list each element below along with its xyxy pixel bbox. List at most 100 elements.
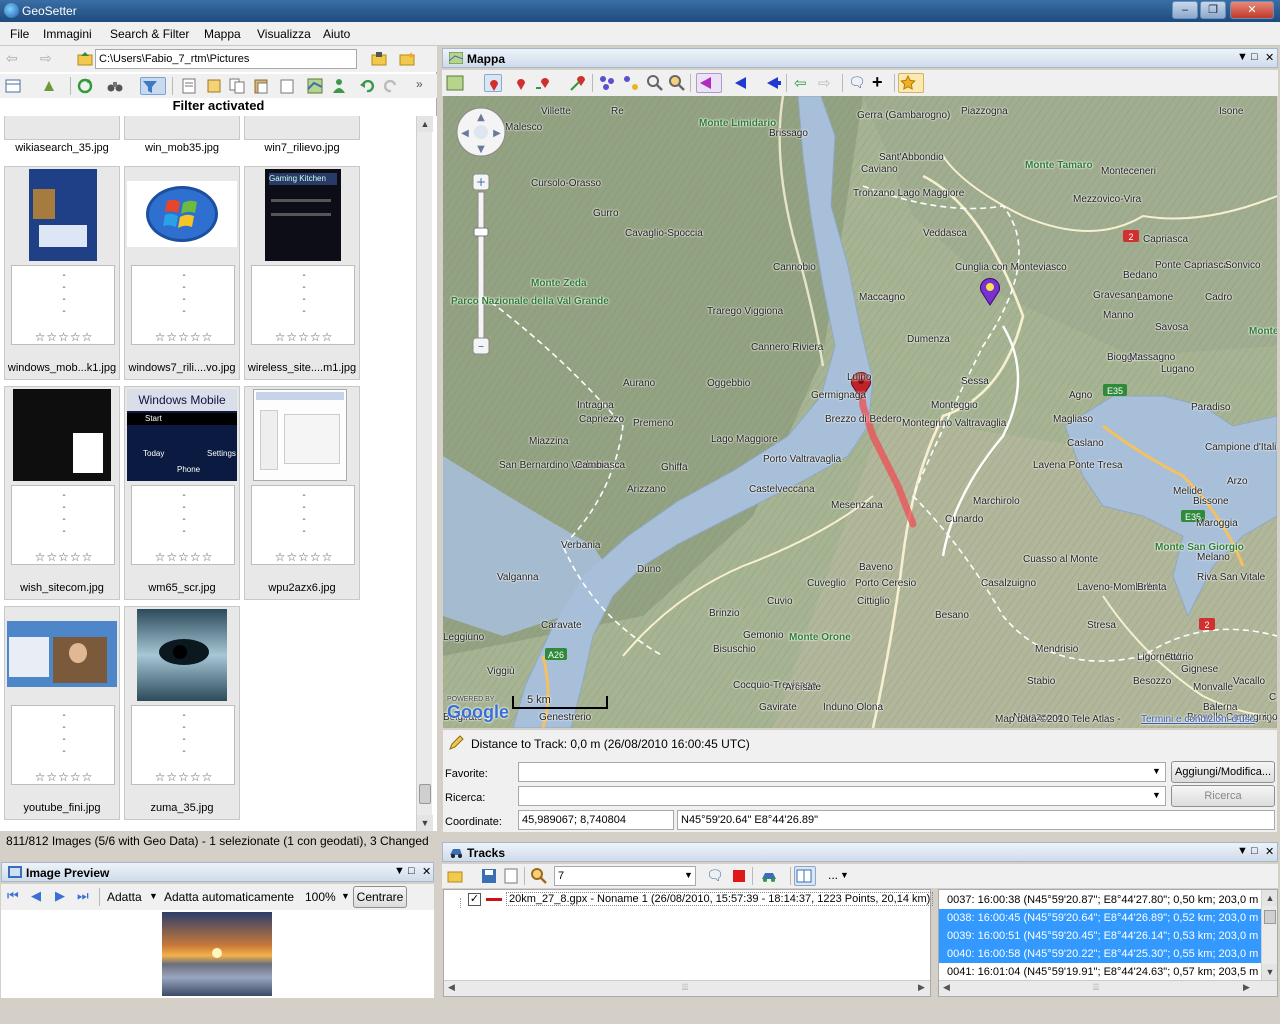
menu-aiuto[interactable]: Aiuto [323,27,350,41]
map-type-icon[interactable] [446,74,464,92]
track-point-row[interactable]: 0037: 16:00:38 (N45°59'20.87"; E8°44'27.… [939,891,1276,909]
scroll-down-icon[interactable]: ▼ [417,815,433,831]
thumbnail[interactable]: - - - - ☆☆☆☆☆ [4,166,120,380]
chevron-down-icon[interactable]: ▼ [1152,790,1161,800]
chevron-down-icon[interactable]: ▼ [149,891,158,901]
chevron-down-icon[interactable]: ▼ [341,891,350,901]
chevron-down-icon[interactable]: ▼ [1152,766,1161,776]
menu-immagini[interactable]: Immagini [43,27,92,41]
thumbnail[interactable]: - - - - ☆☆☆☆☆ [4,386,120,600]
browse-folder-icon[interactable] [370,50,388,68]
more-options[interactable]: ... [828,868,838,882]
chevron-down-icon[interactable]: ▼ [840,870,849,880]
paste-special-icon[interactable] [278,77,296,95]
path-field[interactable] [95,49,357,69]
track-point-row[interactable]: 0041: 16:01:04 (N45°59'19.91"; E8°44'24.… [939,963,1276,981]
coordinate-decimal-field[interactable] [518,810,674,830]
track-checkbox[interactable]: ✓ [468,893,481,906]
arrow-left-icon[interactable]: ⇦ [794,74,812,92]
panel-close-icon[interactable]: ✕ [1265,51,1274,64]
thumbnail[interactable]: ☆☆☆☆☆ [124,116,240,140]
panel-float-icon[interactable]: □ [1251,845,1258,857]
track-point-row[interactable]: 0040: 16:00:58 (N45°59'20.22"; E8°44'25.… [939,945,1276,963]
redo-icon[interactable] [382,77,400,95]
thumbnail[interactable]: ☆☆☆☆☆ [244,116,360,140]
thumbnail[interactable]: - - - - ☆☆☆☆☆ [244,386,360,600]
people-icon[interactable] [330,77,348,95]
undo-icon[interactable] [358,77,376,95]
binoculars-icon[interactable] [106,77,124,95]
zoom-selected-icon[interactable] [668,74,686,92]
last-icon[interactable]: ⏭ [77,888,95,906]
track-back-icon[interactable] [732,74,750,92]
export-track-icon[interactable] [502,867,520,885]
thumbnail[interactable]: Gaming Kitchen - - - - ☆☆☆☆☆ [244,166,360,380]
more-tools-icon[interactable]: » [416,77,434,95]
show-selected-markers-icon[interactable] [622,74,640,92]
auto-fit-toggle[interactable]: Adatta automaticamente [164,890,294,904]
add-modify-button[interactable]: Aggiungi/Modifica... [1171,761,1275,783]
open-track-icon[interactable] [446,867,464,885]
panel-close-icon[interactable]: ✕ [1265,845,1274,858]
track-item[interactable]: 20km_27_8.gpx - Noname 1 (26/08/2010, 15… [506,892,934,906]
arrow-right-icon[interactable]: ⇨ [818,74,836,92]
zoom-markers-icon[interactable] [646,74,664,92]
sort-icon[interactable] [40,77,58,95]
points-vscrollbar[interactable]: ▲ ▼ [1261,890,1277,980]
pencil-icon[interactable] [447,734,465,755]
google-logo[interactable]: Google [447,702,509,723]
maximize-button[interactable]: ❐ [1200,1,1226,19]
speech-bubble-icon[interactable]: 🗨 [848,74,866,92]
close-button[interactable]: ✕ [1230,1,1274,19]
stop-icon[interactable] [730,867,748,885]
fit-dropdown[interactable]: Adatta [107,890,142,904]
split-view-icon[interactable] [794,866,816,886]
zoom-dropdown[interactable]: 100% [305,890,336,904]
search-icon[interactable] [530,867,548,885]
chevron-down-icon[interactable]: ▼ [684,870,693,880]
track-point-row[interactable]: 0038: 16:00:45 (N45°59'20.64"; E8°44'26.… [939,909,1276,927]
menu-search-filter[interactable]: Search & Filter [110,27,189,41]
track-hscrollbar[interactable]: ◀ ⦙⦙⦙ ▶ [444,980,930,996]
scroll-thumb[interactable] [419,784,431,804]
center-button[interactable]: Centrare [353,886,407,908]
search-combo[interactable] [518,786,1166,806]
set-marker-icon[interactable] [512,74,530,92]
menu-visualizza[interactable]: Visualizza [257,27,311,41]
thumbnail-scrollbar[interactable]: ▲ ▼ [416,116,433,831]
points-hscrollbar[interactable]: ◀ ⦙⦙⦙ ▶ [939,980,1277,996]
search-button[interactable]: Ricerca [1171,785,1275,807]
track-prev-icon[interactable] [696,73,722,93]
edit-data-icon[interactable] [205,77,223,95]
panel-float-icon[interactable]: □ [408,865,415,877]
speech-bubble-icon[interactable]: 🗨 [706,867,724,885]
menu-file[interactable]: File [10,27,29,41]
track-point-row[interactable]: 0039: 16:00:51 (N45°59'20.45"; E8°44'26.… [939,927,1276,945]
forward-icon[interactable]: ⇨ [40,50,58,68]
back-icon[interactable]: ⇦ [6,50,24,68]
thumbnail[interactable]: Windows Mobile Start Today Phone Setting… [124,386,240,600]
refresh-icon[interactable] [76,77,94,95]
crosshair-icon[interactable]: + [872,72,890,92]
marker-icon[interactable] [484,74,502,92]
favorite-combo[interactable] [518,762,1166,782]
thumbnail[interactable]: - - - - ☆☆☆☆☆ [4,606,120,820]
show-all-markers-icon[interactable] [598,74,616,92]
thumbnail[interactable]: - - - - ☆☆☆☆☆ [124,166,240,380]
map-view[interactable]: 2 2 E35 E35 A26 ▲ ▼ ◀ ▶ + – Villette Re Ma… [443,96,1277,728]
track-forward-icon[interactable] [764,74,782,92]
thumbnail[interactable]: ☆☆☆☆☆ [4,116,120,140]
save-track-icon[interactable] [480,867,498,885]
previous-icon[interactable]: ◀ [31,888,49,906]
coordinate-dms-field[interactable] [677,810,1275,830]
folder-up-icon[interactable] [76,50,94,68]
scroll-up-icon[interactable]: ▲ [417,116,433,132]
view-mode-icon[interactable] [4,77,22,95]
interval-combo[interactable] [554,866,696,886]
filter-icon[interactable] [140,77,166,95]
next-icon[interactable]: ▶ [55,888,73,906]
favorite-folder-icon[interactable] [398,50,416,68]
panel-menu-icon[interactable]: ▼ [1237,845,1248,857]
panel-float-icon[interactable]: □ [1251,51,1258,63]
map-icon[interactable] [306,77,324,95]
